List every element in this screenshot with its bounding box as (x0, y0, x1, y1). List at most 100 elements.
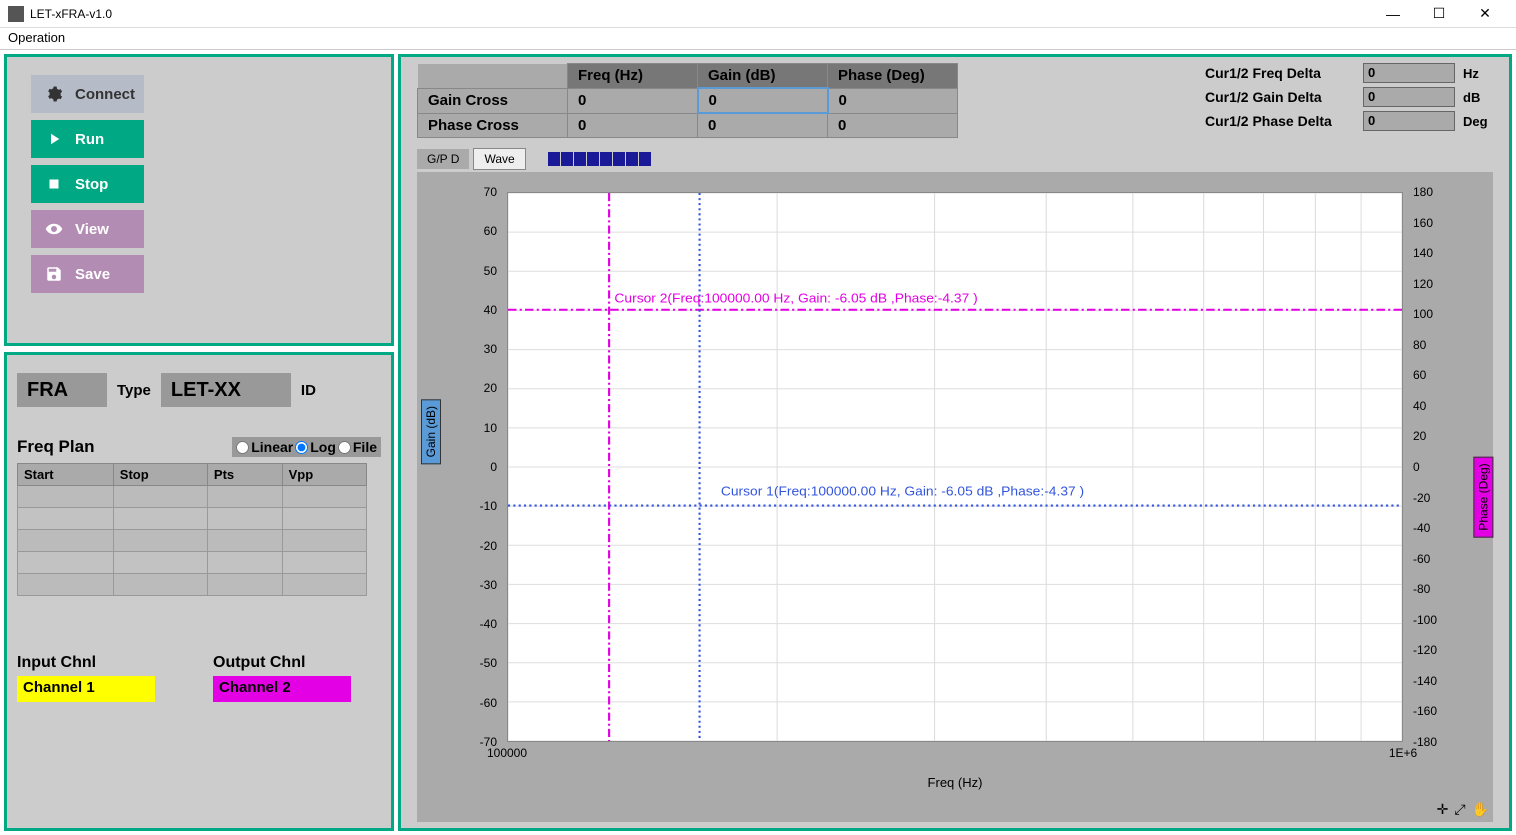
device-id-field[interactable]: LET-XX (161, 373, 291, 407)
input-channel-label: Input Chnl (17, 654, 155, 672)
device-type-label: Type (117, 382, 151, 399)
phase-cross-label: Phase Cross (418, 113, 568, 138)
output-channel-block: Output Chnl Channel 2 (213, 654, 351, 702)
gain-cross-gain: 0 (698, 88, 828, 113)
input-channel-block: Input Chnl Channel 1 (17, 654, 155, 702)
delta-freq-unit: Hz (1463, 66, 1493, 81)
app-icon (8, 6, 24, 22)
delta-gain-row: Cur1/2 Gain Delta 0 dB (1205, 87, 1493, 107)
delta-gain-value: 0 (1363, 87, 1455, 107)
header-freq: Freq (Hz) (568, 64, 698, 89)
gain-cross-phase: 0 (828, 88, 958, 113)
chart-tools: ✛ ⤢ ✋ (1437, 801, 1489, 818)
table-row[interactable] (18, 574, 367, 596)
table-row[interactable] (18, 508, 367, 530)
cursor1-text: Cursor 1(Freq:100000.00 Hz, Gain: -6.05 … (721, 484, 1084, 499)
device-id-label: ID (301, 382, 316, 399)
device-row: FRA Type LET-XX ID (17, 373, 381, 407)
right-column: Freq (Hz) Gain (dB) Phase (Deg) Gain Cro… (398, 50, 1516, 835)
menubar: Operation (0, 28, 1516, 50)
window-controls: — ☐ ✕ (1370, 0, 1508, 28)
col-vpp: Vpp (282, 464, 366, 486)
app-title: LET-xFRA-v1.0 (30, 7, 1370, 21)
freq-mode-radio-group: Linear Log File (232, 437, 381, 457)
crossover-table: Freq (Hz) Gain (dB) Phase (Deg) Gain Cro… (417, 63, 958, 138)
view-label: View (75, 221, 109, 238)
stop-label: Stop (75, 176, 108, 193)
radio-log[interactable]: Log (295, 439, 336, 455)
header-phase: Phase (Deg) (828, 64, 958, 89)
freq-plan-table[interactable]: Start Stop Pts Vpp (17, 463, 367, 596)
tab-wave[interactable]: Wave (473, 148, 525, 170)
tab-bar: G/P D Wave (417, 148, 1493, 170)
stop-icon (45, 175, 63, 193)
delta-phase-row: Cur1/2 Phase Delta 0 Deg (1205, 111, 1493, 131)
left-column: Connect Run Stop View Save FRA Type (0, 50, 398, 835)
delta-freq-value: 0 (1363, 63, 1455, 83)
titlebar: LET-xFRA-v1.0 — ☐ ✕ (0, 0, 1516, 28)
close-button[interactable]: ✕ (1462, 0, 1508, 28)
connect-label: Connect (75, 86, 135, 103)
delta-gain-label: Cur1/2 Gain Delta (1205, 89, 1355, 105)
view-button[interactable]: View (31, 210, 144, 248)
stop-button[interactable]: Stop (31, 165, 144, 203)
chart-area[interactable]: Gain (dB) Phase (Deg) Freq (Hz) -70-60-5… (417, 172, 1493, 822)
crosshair-tool-icon[interactable]: ✛ (1437, 801, 1449, 818)
info-row: Freq (Hz) Gain (dB) Phase (Deg) Gain Cro… (417, 63, 1493, 138)
minimize-button[interactable]: — (1370, 0, 1416, 28)
delta-phase-unit: Deg (1463, 114, 1493, 129)
delta-phase-value: 0 (1363, 111, 1455, 131)
gear-icon (45, 85, 63, 103)
radio-linear[interactable]: Linear (236, 439, 293, 455)
x-ticks: 1000001E+6 (507, 746, 1403, 762)
y-axis-left-label: Gain (dB) (421, 399, 441, 464)
delta-phase-label: Cur1/2 Phase Delta (1205, 113, 1355, 129)
eye-icon (45, 220, 63, 238)
freq-plan-title: Freq Plan (17, 437, 94, 457)
phase-cross-gain: 0 (698, 113, 828, 138)
chart-inner: Gain (dB) Phase (Deg) Freq (Hz) -70-60-5… (447, 182, 1463, 792)
play-icon (45, 130, 63, 148)
delta-block: Cur1/2 Freq Delta 0 Hz Cur1/2 Gain Delta… (1205, 63, 1493, 138)
connect-button[interactable]: Connect (31, 75, 144, 113)
freq-plan-header: Freq Plan Linear Log File (17, 437, 381, 457)
x-axis-label: Freq (Hz) (928, 775, 983, 790)
run-label: Run (75, 131, 104, 148)
gain-cross-label: Gain Cross (418, 88, 568, 113)
col-start: Start (18, 464, 114, 486)
col-pts: Pts (207, 464, 282, 486)
delta-freq-label: Cur1/2 Freq Delta (1205, 65, 1355, 81)
run-button[interactable]: Run (31, 120, 144, 158)
y-axis-right-label: Phase (Deg) (1473, 456, 1493, 537)
plot-svg: Cursor 1(Freq:100000.00 Hz, Gain: -6.05 … (508, 193, 1402, 741)
zoom-tool-icon[interactable]: ⤢ (1454, 801, 1465, 818)
maximize-button[interactable]: ☐ (1416, 0, 1462, 28)
channel-row: Input Chnl Channel 1 Output Chnl Channel… (17, 654, 381, 702)
input-channel-value[interactable]: Channel 1 (17, 676, 155, 702)
col-stop: Stop (113, 464, 207, 486)
config-panel: FRA Type LET-XX ID Freq Plan Linear Log … (4, 352, 394, 831)
progress-indicator (548, 152, 651, 166)
gain-cross-freq: 0 (568, 88, 698, 113)
save-button[interactable]: Save (31, 255, 144, 293)
tab-gpd[interactable]: G/P D (417, 149, 469, 169)
menu-operation[interactable]: Operation (8, 30, 65, 45)
save-icon (45, 265, 63, 283)
plot-area[interactable]: Cursor 1(Freq:100000.00 Hz, Gain: -6.05 … (507, 192, 1403, 742)
delta-gain-unit: dB (1463, 90, 1493, 105)
radio-file[interactable]: File (338, 439, 377, 455)
cursor2-text: Cursor 2(Freq:100000.00 Hz, Gain: -6.05 … (614, 291, 977, 306)
y-ticks-left: -70-60-50-40-30-20-10010203040506070 (447, 192, 503, 742)
pan-tool-icon[interactable]: ✋ (1472, 801, 1489, 818)
table-row[interactable] (18, 552, 367, 574)
device-type-field[interactable]: FRA (17, 373, 107, 407)
table-row[interactable] (18, 486, 367, 508)
table-row[interactable] (18, 530, 367, 552)
phase-cross-freq: 0 (568, 113, 698, 138)
y-ticks-right: -180-160-140-120-100-80-60-40-2002040608… (1407, 192, 1463, 742)
phase-cross-phase: 0 (828, 113, 958, 138)
action-panel: Connect Run Stop View Save (4, 54, 394, 346)
output-channel-value[interactable]: Channel 2 (213, 676, 351, 702)
chart-panel: Freq (Hz) Gain (dB) Phase (Deg) Gain Cro… (398, 54, 1512, 831)
save-label: Save (75, 266, 110, 283)
